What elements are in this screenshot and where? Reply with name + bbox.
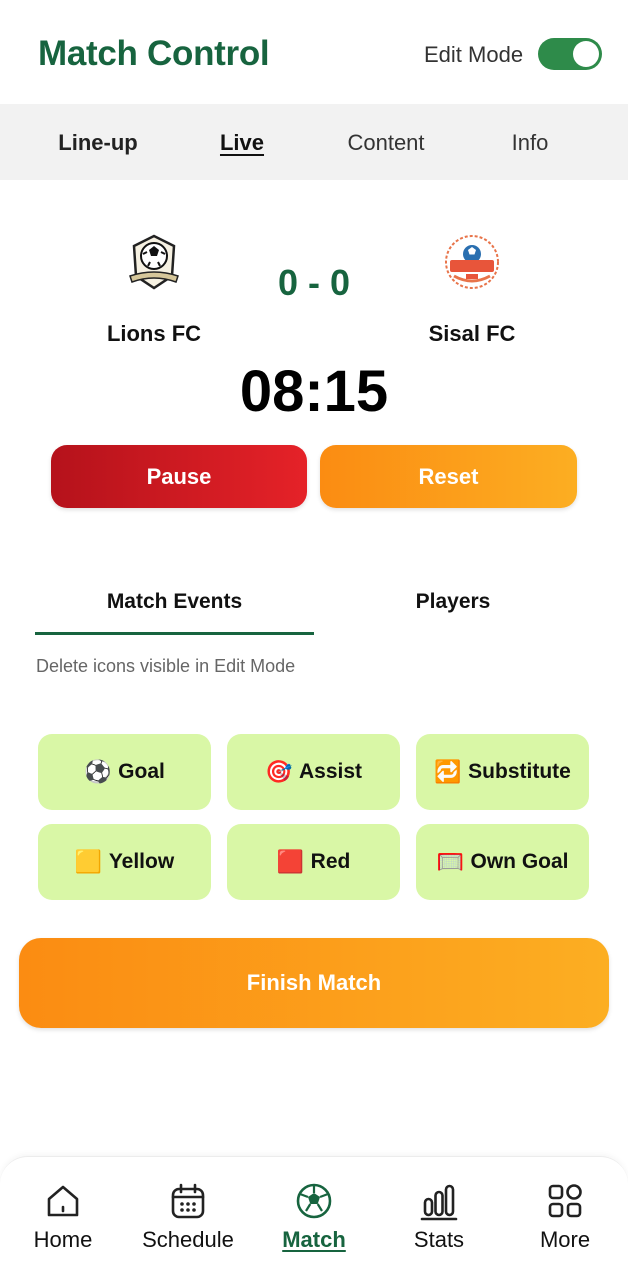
event-own-goal-button[interactable]: 🥅 Own Goal — [416, 824, 589, 900]
nav-label: More — [539, 1227, 591, 1252]
nav-schedule[interactable]: Schedule — [133, 1181, 243, 1253]
event-label: Red — [310, 850, 351, 873]
nav-more[interactable]: More — [510, 1181, 620, 1253]
nav-match[interactable]: Match — [259, 1181, 369, 1253]
event-goal-button[interactable]: ⚽ Goal — [38, 734, 211, 810]
calendar-icon — [171, 1183, 205, 1219]
event-red-button[interactable]: 🟥 Red — [227, 824, 400, 900]
tab-info[interactable]: Info — [490, 104, 570, 180]
edit-mode-toggle[interactable] — [538, 38, 602, 70]
soccer-ball-icon: ⚽ — [84, 759, 112, 784]
subtab-players[interactable]: Players — [314, 590, 592, 614]
reset-button[interactable]: Reset — [320, 445, 577, 508]
away-team-name: Sisal FC — [428, 321, 516, 346]
event-label: Assist — [298, 760, 363, 783]
swap-icon: 🔁 — [434, 759, 462, 784]
bottom-nav: Home Schedule Match Stats More — [0, 1156, 628, 1280]
home-icon — [47, 1185, 79, 1217]
nav-label: Home — [33, 1227, 93, 1252]
event-yellow-button[interactable]: 🟨 Yellow — [38, 824, 211, 900]
bar-chart-icon — [420, 1184, 458, 1221]
event-substitute-button[interactable]: 🔁 Substitute — [416, 734, 589, 810]
tab-line-up[interactable]: Line-up — [38, 104, 158, 180]
toggle-knob — [573, 41, 599, 67]
edit-mode-hint: Delete icons visible in Edit Mode — [36, 656, 296, 676]
yellow-card-icon: 🟨 — [74, 849, 103, 874]
grid-icon — [548, 1184, 582, 1218]
away-team-logo-icon — [445, 235, 499, 289]
nav-home[interactable]: Home — [8, 1181, 118, 1253]
active-subtab-indicator — [35, 632, 314, 635]
event-label: Yellow — [108, 850, 175, 873]
goal-net-icon: 🥅 — [436, 849, 464, 874]
score: 0 - 0 — [277, 262, 351, 303]
tab-live[interactable]: Live — [202, 104, 282, 180]
event-label: Substitute — [468, 760, 571, 783]
tab-content[interactable]: Content — [336, 104, 436, 180]
edit-mode-label: Edit Mode — [424, 42, 524, 67]
home-team-name: Lions FC — [106, 321, 202, 346]
nav-label: Schedule — [142, 1227, 234, 1252]
finish-match-button[interactable]: Finish Match — [19, 938, 609, 1028]
event-assist-button[interactable]: 🎯 Assist — [227, 734, 400, 810]
pause-button[interactable]: Pause — [51, 445, 307, 508]
subtab-match-events[interactable]: Match Events — [35, 590, 314, 614]
home-team-logo-icon — [129, 234, 179, 290]
top-tabs: Line-up Live Content Info — [0, 104, 628, 180]
nav-stats[interactable]: Stats — [384, 1181, 494, 1253]
event-label: Own Goal — [470, 850, 569, 873]
match-clock: 08:15 — [239, 359, 389, 424]
red-card-icon: 🟥 — [276, 849, 305, 874]
target-icon: 🎯 — [264, 759, 293, 784]
event-label: Goal — [118, 760, 165, 783]
home-team: Lions FC — [54, 232, 254, 347]
page-title: Match Control — [38, 34, 270, 73]
nav-label: Match — [282, 1227, 346, 1252]
soccer-ball-icon — [296, 1183, 332, 1219]
nav-label: Stats — [413, 1227, 465, 1252]
away-team: Sisal FC — [372, 232, 572, 347]
header: Match Control Edit Mode — [0, 0, 628, 104]
